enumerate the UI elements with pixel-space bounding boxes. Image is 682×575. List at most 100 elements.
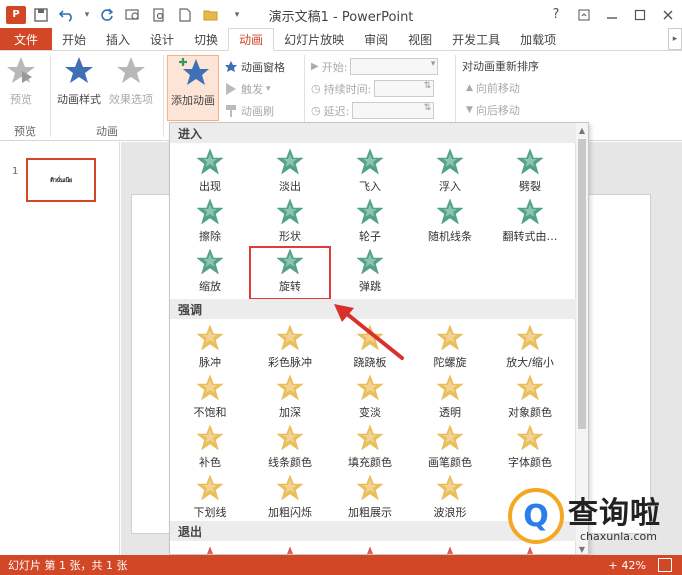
animation-star-icon — [196, 148, 224, 175]
animation-item-entrance[interactable]: 飞入 — [330, 147, 410, 199]
animation-item-emphasis[interactable]: 加深 — [250, 373, 330, 425]
animation-item-label: 翻转式由… — [502, 230, 558, 243]
start-combobox[interactable] — [350, 58, 439, 75]
print-preview-icon[interactable] — [148, 4, 170, 26]
animation-item-emphasis[interactable]: 放大/缩小 — [490, 323, 570, 375]
move-later-arrow-icon: ▼ — [466, 105, 473, 115]
animation-item-entrance[interactable]: 出现 — [170, 147, 250, 199]
animation-star-icon — [196, 474, 224, 501]
open-folder-icon[interactable] — [200, 4, 222, 26]
animation-item-entrance[interactable]: 浮入 — [410, 147, 490, 199]
tab-scroll-right-icon[interactable]: ▸ — [668, 28, 682, 50]
save-icon[interactable] — [30, 4, 52, 26]
add-animation-button[interactable]: 添加动画 — [167, 55, 219, 121]
animation-painter-icon — [226, 105, 236, 117]
delay-row: ◷ 延迟: — [311, 102, 435, 119]
animation-item-label: 陀螺旋 — [433, 356, 467, 369]
trigger-button[interactable]: 触发 ▾ — [224, 81, 271, 97]
animation-item-label: 波浪形 — [433, 506, 467, 519]
animation-item-emphasis[interactable]: 加粗展示 — [330, 473, 410, 525]
animation-star-icon — [276, 324, 304, 351]
animation-item-entrance[interactable]: 轮子 — [330, 197, 410, 249]
start-row: ▶ 开始: — [311, 58, 439, 75]
animation-item-emphasis[interactable]: 波浪形 — [410, 473, 490, 525]
animation-item-emphasis[interactable]: 加粗闪烁 — [250, 473, 330, 525]
animation-item-emphasis[interactable]: 陀螺旋 — [410, 323, 490, 375]
add-animation-star-icon — [179, 58, 209, 85]
minimize-icon[interactable] — [598, 0, 626, 29]
animation-pane-button[interactable]: 动画窗格 — [224, 59, 285, 75]
animation-item-emphasis[interactable]: 不饱和 — [170, 373, 250, 425]
animation-item-entrance[interactable]: 淡出 — [250, 147, 330, 199]
maximize-icon[interactable] — [626, 0, 654, 29]
tab-developer[interactable]: 开发工具 — [442, 28, 510, 50]
group-label-preview: 预览 — [14, 125, 36, 138]
tab-home[interactable]: 开始 — [52, 28, 96, 50]
slide-count-status: 幻灯片 第 1 张，共 1 张 — [8, 559, 128, 572]
ribbon-tabs: 文件 开始 插入 设计 切换 动画 幻灯片放映 审阅 视图 开发工具 加载项 ▸ — [0, 28, 682, 51]
animation-item-emphasis[interactable]: 填充颜色 — [330, 423, 410, 475]
animation-painter-button[interactable]: 动画刷 — [224, 103, 274, 119]
effect-options-button[interactable]: 效果选项 — [109, 55, 153, 107]
animation-item-emphasis[interactable]: 对象颜色 — [490, 373, 570, 425]
powerpoint-logo-icon: P — [6, 5, 26, 24]
scroll-up-icon[interactable]: ▲ — [576, 123, 588, 137]
new-icon[interactable] — [174, 4, 196, 26]
tab-slideshow[interactable]: 幻灯片放映 — [274, 28, 354, 50]
from-beginning-icon[interactable] — [122, 4, 144, 26]
animation-item-entrance[interactable]: 随机线条 — [410, 197, 490, 249]
animation-styles-button[interactable]: 动画样式 — [57, 55, 101, 107]
zoom-control[interactable]: + 42% — [608, 555, 646, 575]
move-later-button[interactable]: ▼ 向后移动 — [466, 102, 520, 118]
move-earlier-button[interactable]: ▲ 向前移动 — [466, 80, 520, 96]
animation-item-entrance[interactable]: 劈裂 — [490, 147, 570, 199]
slide-thumbnail[interactable]: ดิวนั่นเนีย — [26, 158, 96, 202]
delay-spinner[interactable] — [352, 102, 435, 119]
undo-icon[interactable] — [56, 4, 78, 26]
animation-item-entrance[interactable]: 翻转式由… — [490, 197, 570, 249]
animation-item-exit[interactable] — [250, 545, 330, 554]
animation-item-emphasis[interactable]: 补色 — [170, 423, 250, 475]
group-preview: 预览 预览 — [0, 51, 50, 141]
tab-view[interactable]: 视图 — [398, 28, 442, 50]
tab-addins[interactable]: 加载项 — [510, 28, 566, 50]
tab-insert[interactable]: 插入 — [96, 28, 140, 50]
animation-item-entrance[interactable]: 旋转 — [249, 246, 331, 300]
scrollbar-thumb[interactable] — [578, 139, 586, 429]
animation-item-exit[interactable] — [330, 545, 410, 554]
animation-item-emphasis[interactable]: 变淡 — [330, 373, 410, 425]
animation-item-exit[interactable] — [410, 545, 490, 554]
watermark-url: chaxunla.com — [580, 530, 657, 543]
animation-item-entrance[interactable]: 缩放 — [170, 247, 250, 299]
animation-item-entrance[interactable]: 擦除 — [170, 197, 250, 249]
help-button[interactable]: ? — [542, 0, 570, 29]
zoom-in-icon[interactable]: + — [608, 559, 617, 572]
tab-file[interactable]: 文件 — [0, 28, 52, 50]
close-icon[interactable] — [654, 0, 682, 29]
tab-design[interactable]: 设计 — [140, 28, 184, 50]
animation-star-icon — [207, 546, 213, 554]
animation-item-emphasis[interactable]: 字体颜色 — [490, 423, 570, 475]
preview-button[interactable]: 预览 — [6, 55, 36, 107]
animation-item-emphasis[interactable]: 彩色脉冲 — [250, 323, 330, 375]
animation-item-entrance[interactable]: 形状 — [250, 197, 330, 249]
section-header-entrance: 进入 — [170, 123, 576, 143]
redo-dropdown-icon[interactable]: ▾ — [82, 4, 92, 26]
animation-item-emphasis[interactable]: 线条颜色 — [250, 423, 330, 475]
tab-review[interactable]: 审阅 — [354, 28, 398, 50]
animation-item-exit[interactable] — [170, 545, 250, 554]
animation-item-emphasis[interactable]: 透明 — [410, 373, 490, 425]
customize-qat-icon[interactable]: ▾ — [226, 4, 248, 26]
quick-access-toolbar: P ▾ ▾ — [0, 0, 248, 29]
repeat-icon[interactable] — [96, 4, 118, 26]
tab-transitions[interactable]: 切换 — [184, 28, 228, 50]
tab-animations[interactable]: 动画 — [228, 28, 275, 51]
animation-item-entrance[interactable]: 弹跳 — [330, 247, 410, 299]
animation-item-emphasis[interactable]: 画笔颜色 — [410, 423, 490, 475]
animation-item-emphasis[interactable]: 脉冲 — [170, 323, 250, 375]
duration-spinner[interactable] — [374, 80, 435, 97]
animation-item-emphasis[interactable]: 下划线 — [170, 473, 250, 525]
ribbon-display-icon[interactable] — [570, 0, 598, 29]
fit-to-window-icon[interactable] — [658, 558, 672, 572]
animation-star-icon — [516, 148, 544, 175]
